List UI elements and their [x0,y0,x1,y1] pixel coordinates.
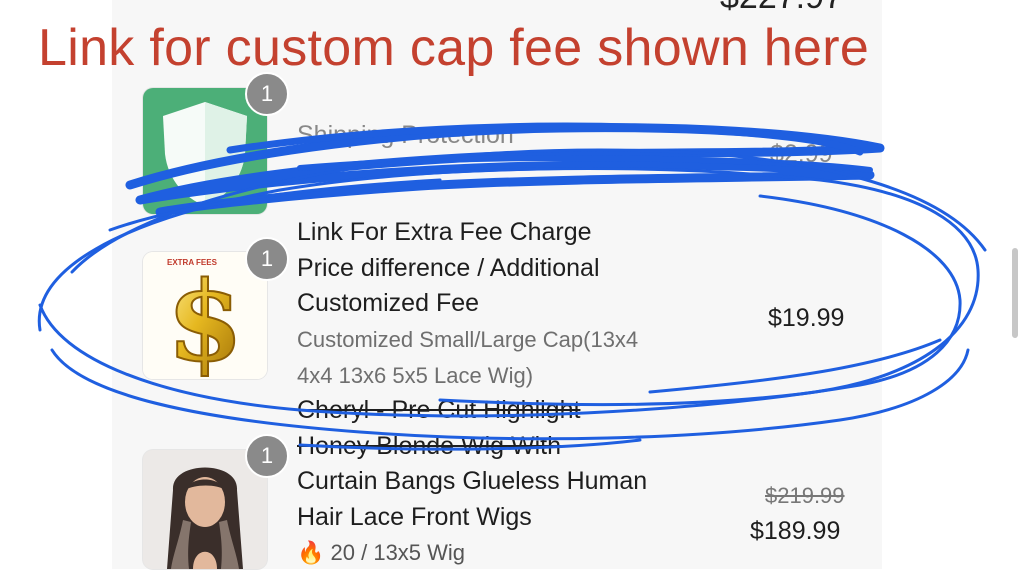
quantity-badge: 1 [245,434,289,478]
item-title-line: Link For Extra Fee Charge [297,218,592,246]
fire-icon: 🔥 [297,540,325,565]
item-title[interactable]: Shipping Protection [297,118,717,154]
annotation-caption: Link for custom cap fee shown here [38,19,870,77]
item-price-original: $219.99 [765,483,845,508]
item-title[interactable]: Link For Extra Fee Charge Price differen… [297,215,717,322]
item-title-line: Curtain Bangs Glueless Human [297,467,648,495]
item-variant-line: 4x4 13x6 5x5 Lace Wig) [297,362,534,388]
item-variant: 🔥 20 / 13x5 Wig [297,535,697,571]
scrollbar-thumb[interactable] [1012,248,1018,338]
item-price: $189.99 [750,517,841,545]
item-title-line: Customized Fee [297,289,480,317]
item-variant-line: Customized Small/Large Cap(13x4 [297,327,639,352]
item-variant: Customized Small/Large Cap(13x4 4x4 13x6… [297,322,697,393]
item-title[interactable]: Cheryl - Pre Cut Highlight Honey Blonde … [297,393,717,535]
extra-fees-label: EXTRA FEES [167,258,217,267]
item-title-line: Price difference / Additional [297,253,600,282]
quantity-badge: 1 [245,237,289,281]
item-title-line: Cheryl - Pre Cut Highlight [297,396,581,424]
item-title-line: Hair Lace Front Wigs [297,502,532,531]
svg-text:$: $ [167,257,244,379]
cart-subtotal: $227.97 [720,0,843,17]
item-price: $19.99 [768,304,845,332]
quantity-badge: 1 [245,72,289,116]
item-variant-text: 20 / 13x5 Wig [330,540,466,565]
item-price: $2.99 [770,140,833,168]
item-title-line: Honey Blonde Wig With [297,431,562,460]
